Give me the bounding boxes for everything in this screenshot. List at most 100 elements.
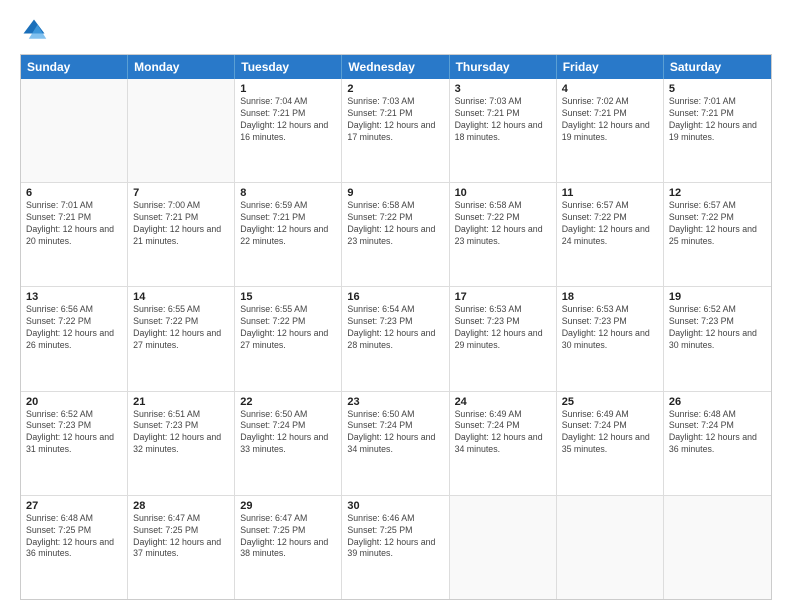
day-info: Sunrise: 6:56 AMSunset: 7:22 PMDaylight:… <box>26 304 122 352</box>
table-row <box>21 79 128 182</box>
table-row: 30Sunrise: 6:46 AMSunset: 7:25 PMDayligh… <box>342 496 449 599</box>
table-row: 26Sunrise: 6:48 AMSunset: 7:24 PMDayligh… <box>664 392 771 495</box>
table-row: 17Sunrise: 6:53 AMSunset: 7:23 PMDayligh… <box>450 287 557 390</box>
day-number: 7 <box>133 187 229 199</box>
table-row <box>664 496 771 599</box>
calendar-header-monday: Monday <box>128 55 235 79</box>
day-number: 30 <box>347 500 443 512</box>
day-info: Sunrise: 6:53 AMSunset: 7:23 PMDaylight:… <box>562 304 658 352</box>
day-number: 11 <box>562 187 658 199</box>
day-number: 13 <box>26 291 122 303</box>
calendar-header-row: SundayMondayTuesdayWednesdayThursdayFrid… <box>21 55 771 79</box>
calendar-header-wednesday: Wednesday <box>342 55 449 79</box>
day-number: 18 <box>562 291 658 303</box>
day-info: Sunrise: 7:03 AMSunset: 7:21 PMDaylight:… <box>455 96 551 144</box>
table-row: 8Sunrise: 6:59 AMSunset: 7:21 PMDaylight… <box>235 183 342 286</box>
day-info: Sunrise: 7:00 AMSunset: 7:21 PMDaylight:… <box>133 200 229 248</box>
day-number: 21 <box>133 396 229 408</box>
day-number: 20 <box>26 396 122 408</box>
day-info: Sunrise: 6:57 AMSunset: 7:22 PMDaylight:… <box>669 200 766 248</box>
day-info: Sunrise: 6:55 AMSunset: 7:22 PMDaylight:… <box>133 304 229 352</box>
table-row: 2Sunrise: 7:03 AMSunset: 7:21 PMDaylight… <box>342 79 449 182</box>
table-row <box>557 496 664 599</box>
calendar-week-2: 6Sunrise: 7:01 AMSunset: 7:21 PMDaylight… <box>21 183 771 287</box>
day-number: 16 <box>347 291 443 303</box>
table-row: 23Sunrise: 6:50 AMSunset: 7:24 PMDayligh… <box>342 392 449 495</box>
day-info: Sunrise: 6:52 AMSunset: 7:23 PMDaylight:… <box>26 409 122 457</box>
table-row: 27Sunrise: 6:48 AMSunset: 7:25 PMDayligh… <box>21 496 128 599</box>
table-row: 25Sunrise: 6:49 AMSunset: 7:24 PMDayligh… <box>557 392 664 495</box>
day-number: 12 <box>669 187 766 199</box>
calendar-week-4: 20Sunrise: 6:52 AMSunset: 7:23 PMDayligh… <box>21 392 771 496</box>
day-info: Sunrise: 7:04 AMSunset: 7:21 PMDaylight:… <box>240 96 336 144</box>
day-info: Sunrise: 6:49 AMSunset: 7:24 PMDaylight:… <box>455 409 551 457</box>
day-number: 10 <box>455 187 551 199</box>
day-number: 1 <box>240 83 336 95</box>
calendar-week-1: 1Sunrise: 7:04 AMSunset: 7:21 PMDaylight… <box>21 79 771 183</box>
table-row: 28Sunrise: 6:47 AMSunset: 7:25 PMDayligh… <box>128 496 235 599</box>
day-info: Sunrise: 6:58 AMSunset: 7:22 PMDaylight:… <box>455 200 551 248</box>
table-row: 10Sunrise: 6:58 AMSunset: 7:22 PMDayligh… <box>450 183 557 286</box>
table-row: 22Sunrise: 6:50 AMSunset: 7:24 PMDayligh… <box>235 392 342 495</box>
table-row: 6Sunrise: 7:01 AMSunset: 7:21 PMDaylight… <box>21 183 128 286</box>
day-info: Sunrise: 7:03 AMSunset: 7:21 PMDaylight:… <box>347 96 443 144</box>
day-number: 9 <box>347 187 443 199</box>
day-number: 3 <box>455 83 551 95</box>
logo <box>20 16 52 44</box>
table-row: 7Sunrise: 7:00 AMSunset: 7:21 PMDaylight… <box>128 183 235 286</box>
day-info: Sunrise: 6:49 AMSunset: 7:24 PMDaylight:… <box>562 409 658 457</box>
calendar-header-friday: Friday <box>557 55 664 79</box>
day-info: Sunrise: 6:53 AMSunset: 7:23 PMDaylight:… <box>455 304 551 352</box>
table-row: 24Sunrise: 6:49 AMSunset: 7:24 PMDayligh… <box>450 392 557 495</box>
calendar-header-sunday: Sunday <box>21 55 128 79</box>
table-row: 1Sunrise: 7:04 AMSunset: 7:21 PMDaylight… <box>235 79 342 182</box>
day-info: Sunrise: 6:59 AMSunset: 7:21 PMDaylight:… <box>240 200 336 248</box>
day-number: 25 <box>562 396 658 408</box>
day-info: Sunrise: 6:46 AMSunset: 7:25 PMDaylight:… <box>347 513 443 561</box>
day-number: 29 <box>240 500 336 512</box>
day-info: Sunrise: 6:47 AMSunset: 7:25 PMDaylight:… <box>240 513 336 561</box>
day-info: Sunrise: 6:48 AMSunset: 7:24 PMDaylight:… <box>669 409 766 457</box>
table-row: 3Sunrise: 7:03 AMSunset: 7:21 PMDaylight… <box>450 79 557 182</box>
table-row: 19Sunrise: 6:52 AMSunset: 7:23 PMDayligh… <box>664 287 771 390</box>
day-info: Sunrise: 6:48 AMSunset: 7:25 PMDaylight:… <box>26 513 122 561</box>
day-number: 6 <box>26 187 122 199</box>
header <box>20 16 772 44</box>
calendar-week-5: 27Sunrise: 6:48 AMSunset: 7:25 PMDayligh… <box>21 496 771 599</box>
day-number: 8 <box>240 187 336 199</box>
day-info: Sunrise: 6:58 AMSunset: 7:22 PMDaylight:… <box>347 200 443 248</box>
day-number: 24 <box>455 396 551 408</box>
day-info: Sunrise: 6:50 AMSunset: 7:24 PMDaylight:… <box>347 409 443 457</box>
table-row: 5Sunrise: 7:01 AMSunset: 7:21 PMDaylight… <box>664 79 771 182</box>
day-number: 19 <box>669 291 766 303</box>
day-info: Sunrise: 7:02 AMSunset: 7:21 PMDaylight:… <box>562 96 658 144</box>
table-row: 9Sunrise: 6:58 AMSunset: 7:22 PMDaylight… <box>342 183 449 286</box>
table-row: 14Sunrise: 6:55 AMSunset: 7:22 PMDayligh… <box>128 287 235 390</box>
table-row <box>128 79 235 182</box>
table-row: 29Sunrise: 6:47 AMSunset: 7:25 PMDayligh… <box>235 496 342 599</box>
table-row: 16Sunrise: 6:54 AMSunset: 7:23 PMDayligh… <box>342 287 449 390</box>
table-row: 13Sunrise: 6:56 AMSunset: 7:22 PMDayligh… <box>21 287 128 390</box>
day-info: Sunrise: 6:50 AMSunset: 7:24 PMDaylight:… <box>240 409 336 457</box>
day-info: Sunrise: 6:55 AMSunset: 7:22 PMDaylight:… <box>240 304 336 352</box>
day-number: 17 <box>455 291 551 303</box>
calendar-header-thursday: Thursday <box>450 55 557 79</box>
table-row: 21Sunrise: 6:51 AMSunset: 7:23 PMDayligh… <box>128 392 235 495</box>
day-number: 28 <box>133 500 229 512</box>
day-number: 2 <box>347 83 443 95</box>
calendar-body: 1Sunrise: 7:04 AMSunset: 7:21 PMDaylight… <box>21 79 771 599</box>
day-number: 14 <box>133 291 229 303</box>
calendar: SundayMondayTuesdayWednesdayThursdayFrid… <box>20 54 772 600</box>
day-info: Sunrise: 7:01 AMSunset: 7:21 PMDaylight:… <box>26 200 122 248</box>
table-row: 18Sunrise: 6:53 AMSunset: 7:23 PMDayligh… <box>557 287 664 390</box>
day-number: 26 <box>669 396 766 408</box>
table-row: 11Sunrise: 6:57 AMSunset: 7:22 PMDayligh… <box>557 183 664 286</box>
day-info: Sunrise: 6:52 AMSunset: 7:23 PMDaylight:… <box>669 304 766 352</box>
table-row <box>450 496 557 599</box>
day-info: Sunrise: 6:51 AMSunset: 7:23 PMDaylight:… <box>133 409 229 457</box>
day-info: Sunrise: 6:57 AMSunset: 7:22 PMDaylight:… <box>562 200 658 248</box>
day-number: 4 <box>562 83 658 95</box>
day-number: 22 <box>240 396 336 408</box>
calendar-week-3: 13Sunrise: 6:56 AMSunset: 7:22 PMDayligh… <box>21 287 771 391</box>
logo-icon <box>20 16 48 44</box>
